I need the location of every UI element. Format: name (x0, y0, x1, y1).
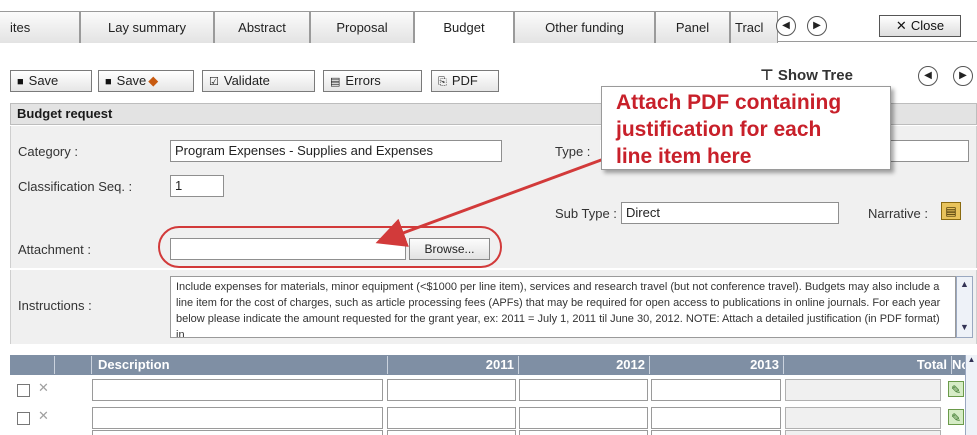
tab-panel[interactable]: Panel (655, 11, 730, 43)
attachment-label: Attachment : (18, 242, 91, 257)
classification-label: Classification Seq. : (18, 179, 133, 194)
category-label: Category : (18, 144, 78, 159)
save-plus-button[interactable]: ■ Save ◆ (98, 70, 194, 92)
close-button[interactable]: ✕ Close (879, 15, 961, 37)
category-field[interactable]: Program Expenses - Supplies and Expenses (170, 140, 502, 162)
errors-icon: ▤ (330, 76, 341, 88)
row-checkbox[interactable] (17, 384, 30, 397)
total-cell (785, 379, 941, 401)
col-2012: 2012 (518, 356, 649, 374)
subtype-field[interactable]: Direct (621, 202, 839, 224)
callout-line-3: line item here (616, 145, 752, 168)
year-2013-cell[interactable] (651, 430, 781, 435)
type-label: Type : (555, 144, 591, 159)
col-total: Total (783, 356, 951, 374)
errors-button[interactable]: ▤ Errors (323, 70, 422, 92)
grid-scrollbar[interactable]: ▲ (965, 355, 977, 435)
tab-notes[interactable]: ites (0, 11, 80, 43)
instructions-text: Include expenses for materials, minor eq… (170, 276, 956, 338)
toolbar-next-icon[interactable]: ▶ (953, 66, 973, 86)
save-icon: ■ (17, 76, 24, 88)
year-2013-cell[interactable] (651, 379, 781, 401)
callout-line-1: Attach PDF containing (616, 91, 842, 114)
tab-strip: ites Lay summary Abstract Proposal Budge… (0, 0, 977, 43)
tab-other-funding[interactable]: Other funding (514, 11, 655, 43)
tab-prev-icon[interactable]: ◀ (776, 16, 796, 36)
table-row (10, 430, 965, 435)
year-2012-cell[interactable] (519, 379, 648, 401)
plus-icon: ◆ (148, 73, 159, 88)
year-2012-cell[interactable] (519, 407, 648, 429)
col-2011: 2011 (387, 356, 518, 374)
instructions-scrollbar[interactable]: ▲ ▼ (956, 276, 973, 338)
table-row: ✕ ✎ (10, 376, 965, 404)
year-2011-cell[interactable] (387, 430, 516, 435)
total-cell (785, 407, 941, 429)
col-description: Description (91, 356, 387, 374)
tab-next-icon[interactable]: ▶ (807, 16, 827, 36)
tree-icon: ⊤ (760, 67, 778, 84)
description-cell[interactable] (92, 379, 383, 401)
subtype-label: Sub Type : (555, 206, 617, 221)
scroll-up-icon[interactable]: ▲ (966, 355, 977, 364)
validate-button[interactable]: ☑ Validate (202, 70, 315, 92)
scroll-down-icon[interactable]: ▼ (957, 320, 972, 335)
total-cell (785, 430, 941, 435)
delete-row-icon[interactable]: ✕ (38, 380, 49, 396)
delete-row-icon[interactable]: ✕ (38, 408, 49, 424)
budget-grid-header: Description 2011 2012 2013 Total Notes (10, 355, 977, 375)
add-note-icon[interactable]: ✎ (948, 381, 964, 397)
tab-budget[interactable]: Budget (414, 11, 514, 43)
scroll-up-icon[interactable]: ▲ (957, 277, 972, 292)
tab-lay-summary[interactable]: Lay summary (80, 11, 214, 43)
save-icon: ■ (105, 76, 112, 88)
browse-button[interactable]: Browse... (409, 238, 490, 260)
table-row: ✕ ✎ (10, 404, 965, 432)
narrative-label: Narrative : (868, 206, 928, 221)
tab-proposal[interactable]: Proposal (310, 11, 414, 43)
attachment-field[interactable] (170, 238, 406, 260)
description-cell[interactable] (92, 407, 383, 429)
col-2013: 2013 (649, 356, 783, 374)
validate-icon: ☑ (209, 76, 219, 88)
narrative-icon[interactable]: ▤ (941, 202, 961, 220)
year-2011-cell[interactable] (387, 407, 516, 429)
tab-tracking[interactable]: Tracl (730, 11, 778, 43)
toolbar-prev-icon[interactable]: ◀ (918, 66, 938, 86)
callout-line-2: justification for each (616, 118, 822, 141)
close-icon: ✕ (895, 18, 907, 33)
annotation-callout: Attach PDF containing justification for … (601, 86, 891, 170)
add-note-icon[interactable]: ✎ (948, 409, 964, 425)
tab-abstract[interactable]: Abstract (214, 11, 310, 43)
col-notes: Notes (951, 356, 977, 374)
save-button[interactable]: ■ Save (10, 70, 92, 92)
instructions-label: Instructions : (18, 298, 92, 313)
description-cell[interactable] (92, 430, 383, 435)
show-tree-button[interactable]: ⊤ Show Tree (760, 66, 853, 88)
pdf-icon: ⎘ (438, 76, 447, 88)
year-2012-cell[interactable] (519, 430, 648, 435)
classification-seq-field[interactable]: 1 (170, 175, 224, 197)
year-2013-cell[interactable] (651, 407, 781, 429)
year-2011-cell[interactable] (387, 379, 516, 401)
pdf-button[interactable]: ⎘ PDF (431, 70, 499, 92)
row-checkbox[interactable] (17, 412, 30, 425)
type-field-end[interactable] (890, 140, 969, 162)
